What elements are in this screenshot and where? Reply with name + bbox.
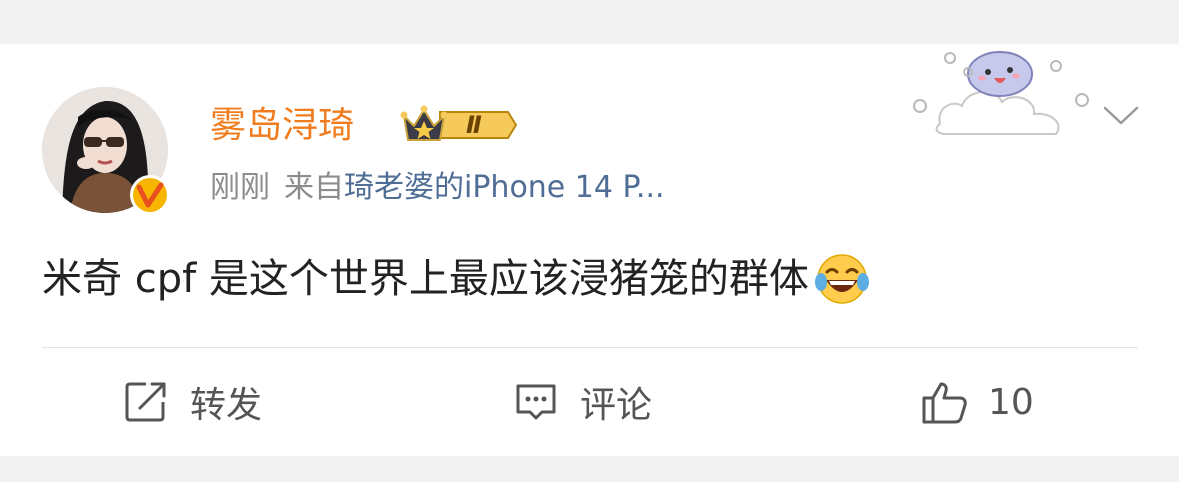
repost-button[interactable]: 转发 (122, 376, 262, 428)
post-meta: 刚刚 来自琦老婆的iPhone 14 P... (210, 168, 665, 208)
post-time: 刚刚 (210, 170, 270, 205)
like-button[interactable]: 10 (920, 376, 1034, 428)
thumbs-up-icon (922, 382, 967, 424)
cartoon-sticker-icon (906, 44, 1094, 140)
chevron-down-icon[interactable] (1102, 104, 1140, 128)
vip-level: Ⅱ (466, 111, 482, 139)
like-count: 10 (988, 381, 1034, 423)
post-content: 米奇 cpf 是这个世界上最应该浸猪笼的群体 (42, 252, 871, 306)
username[interactable]: 雾岛浔琦 (210, 104, 354, 148)
comment-button[interactable]: 评论 (512, 376, 652, 428)
comment-icon (516, 384, 556, 420)
repost-icon (125, 382, 166, 422)
source-prefix: 来自 (284, 170, 344, 205)
crown-vip-badge-icon[interactable]: Ⅱ (400, 104, 518, 146)
post-text: 米奇 cpf 是这个世界上最应该浸猪笼的群体 (42, 256, 809, 302)
verified-v-badge-icon (129, 174, 171, 216)
divider (42, 347, 1138, 348)
repost-label: 转发 (190, 385, 263, 426)
device-link[interactable]: 琦老婆的iPhone 14 P... (344, 170, 665, 205)
laugh-cry-emoji-icon (814, 254, 869, 304)
comment-label: 评论 (580, 385, 653, 426)
